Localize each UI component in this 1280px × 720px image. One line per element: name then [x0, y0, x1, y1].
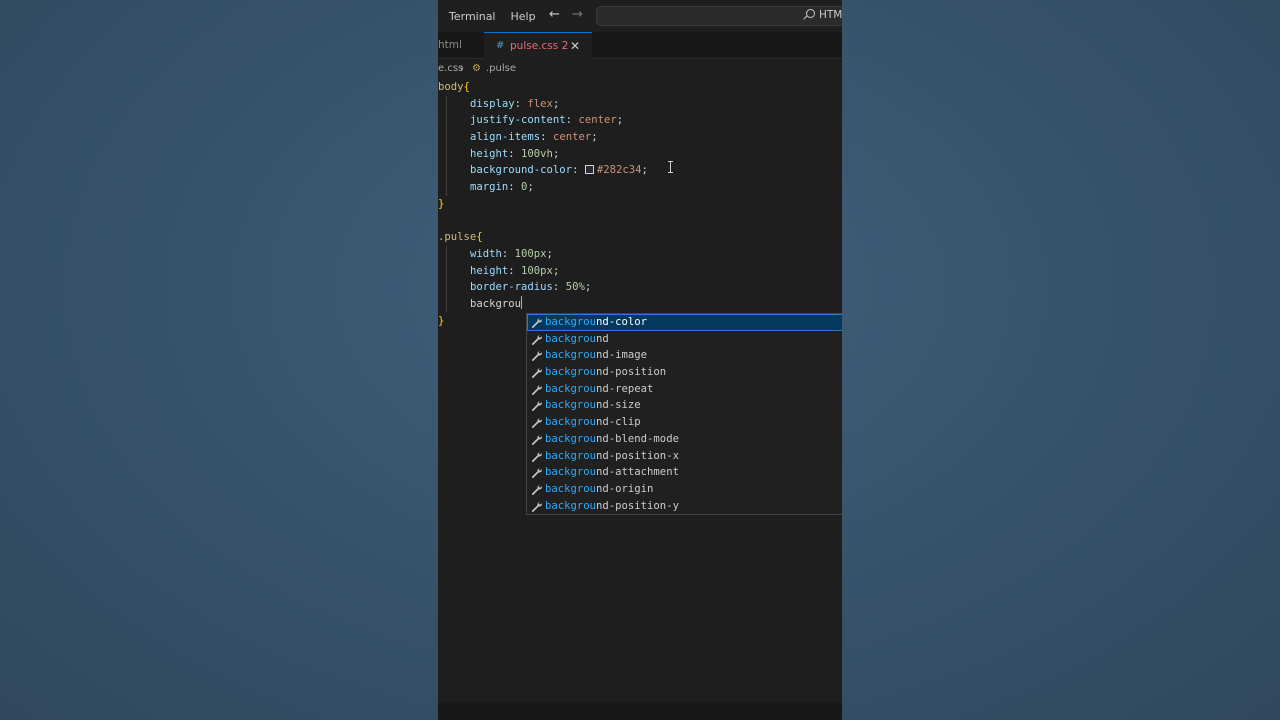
menu-terminal[interactable]: Terminal — [438, 10, 496, 23]
code-line: } — [438, 197, 445, 210]
suggestion-match: backgrou — [545, 366, 597, 379]
code-line: background-color: #282c34; — [470, 164, 648, 177]
suggestion-rest: nd-position — [596, 366, 667, 379]
suggestion-rest: nd-clip — [596, 416, 641, 429]
close-icon[interactable]: ✕ — [570, 33, 580, 59]
suggestion-match: backgrou — [545, 432, 597, 445]
code-line: body{ — [438, 81, 470, 93]
suggestion-match: backgrou — [545, 499, 597, 512]
search-text: HTM — [819, 9, 842, 21]
code-line: justify-content: center; — [470, 114, 624, 127]
suggestion-rest: nd-image — [596, 349, 648, 362]
suggestion-item[interactable]: background-attachment — [527, 464, 842, 481]
suggestion-item[interactable]: background-clip — [527, 414, 842, 431]
wrench-icon — [531, 434, 542, 445]
wrench-icon — [531, 350, 542, 362]
suggestion-match: backgrou — [545, 466, 597, 479]
status-bar — [438, 702, 842, 720]
suggestion-rest: nd-repeat — [596, 382, 654, 395]
suggestion-rest: nd — [596, 332, 609, 345]
suggestion-match: backgrou — [545, 449, 597, 462]
tab-label: pulse.css 2 — [510, 40, 569, 52]
menu-help[interactable]: Help — [500, 10, 536, 23]
suggestion-item[interactable]: background — [527, 331, 842, 348]
mouse-ibeam-cursor — [668, 161, 673, 173]
code-line-current: backgrou — [470, 295, 523, 310]
suggestion-item[interactable]: background-position-x — [527, 448, 842, 465]
chevron-right-icon: › — [460, 63, 464, 74]
breadcrumb-selector[interactable]: .pulse — [486, 60, 516, 78]
code-line: align-items: center; — [470, 131, 598, 144]
code-line: margin: 0; — [470, 181, 534, 194]
suggestion-rest: nd-color — [596, 316, 648, 328]
suggestion-rest: nd-size — [596, 399, 641, 412]
suggestion-rest: nd-origin — [596, 482, 654, 495]
wrench-icon — [531, 334, 542, 345]
code-line: .pulse{ — [438, 231, 483, 244]
wrench-icon — [531, 467, 542, 479]
suggestion-rest: nd-blend-mode — [596, 432, 679, 445]
text-caret — [521, 295, 523, 309]
suggestion-match: backgrou — [545, 482, 597, 495]
css-file-icon: # — [496, 40, 505, 51]
wrench-icon — [531, 400, 542, 412]
tab-pulse-css[interactable]: # pulse.css 2 ✕ — [484, 32, 592, 60]
suggestion-item[interactable]: background-color — [527, 314, 842, 331]
code-line: width: 100px; — [470, 247, 553, 260]
suggestion-item[interactable]: background-position-y — [527, 498, 842, 515]
suggestion-item[interactable]: background-size — [527, 397, 842, 414]
wrench-icon — [531, 501, 542, 512]
suggestion-item[interactable]: background-origin — [527, 481, 842, 498]
wrench-icon — [531, 417, 542, 429]
back-arrow-icon[interactable]: ← — [549, 8, 560, 22]
code-line: display: flex; — [470, 97, 560, 110]
selector-icon: ⚙ — [472, 63, 481, 74]
search-icon — [806, 9, 815, 18]
suggestion-match: backgrou — [545, 332, 597, 345]
suggestion-item[interactable]: background-position — [527, 364, 842, 381]
tab-label: html — [438, 39, 462, 51]
wrench-icon — [531, 451, 542, 462]
code-line: height: 100vh; — [470, 147, 560, 160]
tab-html[interactable]: html — [438, 32, 483, 59]
code-line: border-radius: 50%; — [470, 281, 592, 294]
suggestion-match: backgrou — [545, 416, 597, 429]
wrench-icon — [531, 384, 542, 395]
suggestion-match: backgrou — [545, 382, 597, 395]
suggestion-rest: nd-position-y — [596, 499, 679, 512]
suggestion-item[interactable]: background-image — [527, 347, 842, 364]
code-line: height: 100px; — [470, 264, 560, 277]
suggestion-item[interactable]: background-blend-mode — [527, 431, 842, 448]
wrench-icon — [531, 367, 542, 379]
suggestion-match: backgrou — [545, 349, 597, 362]
code-area[interactable]: body{ display: flex; justify-content: ce… — [438, 79, 842, 329]
title-bar: Terminal Help ← → HTM — [438, 0, 842, 32]
suggestion-rest: nd-attachment — [596, 466, 679, 479]
suggestion-item[interactable]: background-repeat — [527, 381, 842, 398]
color-swatch[interactable] — [584, 165, 594, 175]
wrench-icon — [531, 484, 542, 495]
suggestion-match: backgrou — [545, 399, 597, 412]
forward-arrow-icon[interactable]: → — [572, 8, 583, 22]
breadcrumb: e.css › ⚙ .pulse — [438, 60, 842, 78]
code-editor-window: Terminal Help ← → HTM html # pulse.css 2… — [438, 0, 842, 720]
wrench-icon — [531, 317, 542, 328]
autocomplete-suggestions[interactable]: background-color background background-ima… — [526, 313, 842, 515]
tab-bar: html # pulse.css 2 ✕ — [438, 32, 842, 60]
suggestion-rest: nd-position-x — [596, 449, 679, 462]
suggestion-match: backgrou — [545, 316, 597, 328]
